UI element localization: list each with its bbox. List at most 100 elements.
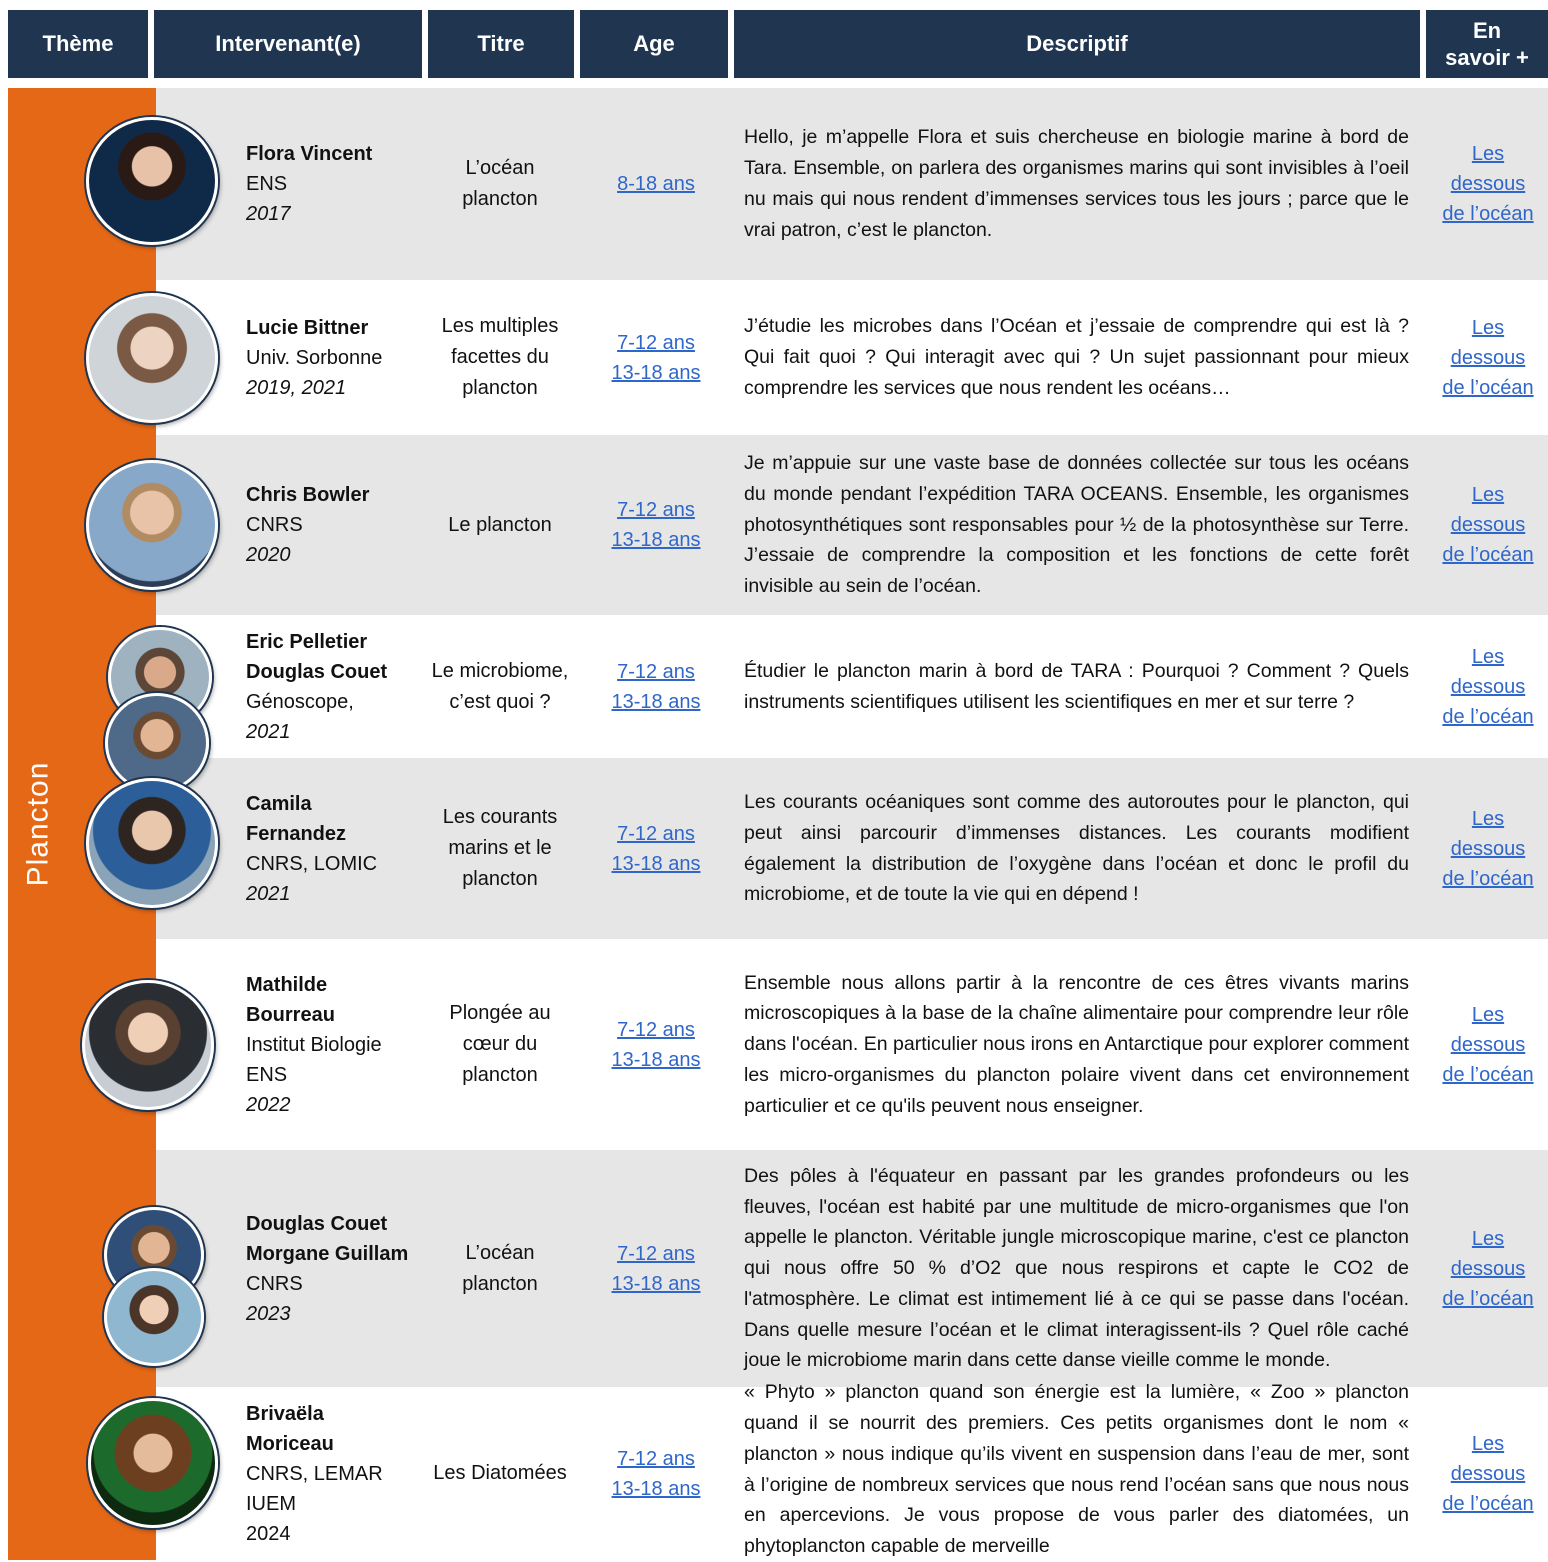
- speaker-affiliation: CNRS: [246, 514, 303, 536]
- more-cell: Les dessous de l’océan: [1426, 939, 1548, 1150]
- speaker-name: Flora Vincent: [246, 143, 373, 165]
- header-title: Titre: [428, 10, 574, 78]
- speaker-affiliation: CNRS, LEMAR: [246, 1462, 383, 1485]
- speaker-cell: Brivaëla Moriceau CNRS, LEMAR IUEM 2024: [246, 1387, 416, 1560]
- speaker-year: 2019, 2021: [246, 376, 347, 399]
- speaker-affiliation: Génoscope,: [246, 690, 354, 713]
- age-link[interactable]: 13-18 ans: [612, 1045, 701, 1075]
- speaker-affiliation: ENS: [246, 1063, 288, 1086]
- more-cell: Les dessous de l’océan: [1426, 615, 1548, 758]
- speaker-name: Douglas Couet: [246, 660, 388, 683]
- more-link[interactable]: Les dessous de l’océan: [1442, 642, 1533, 732]
- speaker-cell: Mathilde Bourreau Institut Biologie ENS 202…: [246, 939, 416, 1150]
- theme-label: Plancton: [21, 761, 54, 887]
- more-cell: Les dessous de l’océan: [1426, 758, 1548, 939]
- speaker-name: Eric Pelletier: [246, 630, 368, 653]
- speaker-cell: Douglas Couet Morgane Guillam CNRS 2023: [246, 1150, 416, 1387]
- age-link[interactable]: 7-12 ans: [617, 657, 695, 687]
- speaker-affiliation: Univ. Sorbonne: [246, 346, 383, 369]
- age-link[interactable]: 8-18 ans: [617, 169, 695, 199]
- age-link[interactable]: 13-18 ans: [612, 1269, 701, 1299]
- talk-title: L’océan plancton: [462, 1241, 538, 1295]
- age-cell: 7-12 ans 13-18 ans: [586, 615, 726, 758]
- more-link[interactable]: Les dessous de l’océan: [1442, 313, 1533, 403]
- description: Je m’appuie sur une vaste base de donnée…: [744, 452, 1409, 598]
- header-theme: Thème: [8, 10, 148, 78]
- avatar-morgane-guillam: [104, 1268, 204, 1366]
- speaker-name: Brivaëla Moriceau: [246, 1402, 334, 1455]
- age-cell: 8-18 ans: [586, 88, 726, 280]
- speaker-year: 2021: [246, 720, 291, 743]
- description: Les courants océaniques sont comme des a…: [744, 790, 1409, 906]
- talk-title: L’océan plancton: [462, 157, 538, 210]
- more-link[interactable]: Les dessous de l’océan: [1442, 804, 1533, 894]
- speaker-name: Douglas Couet: [246, 1212, 388, 1235]
- age-link[interactable]: 7-12 ans: [617, 1015, 695, 1045]
- speaker-cell: Camila Fernandez CNRS, LOMIC 2021: [246, 758, 416, 939]
- speaker-affiliation: CNRS: [246, 1272, 303, 1295]
- table-row: Chris Bowler CNRS 2020 Le plancton 7-12 ans 1…: [156, 435, 1548, 615]
- description: « Phyto » plancton quand son énergie est…: [744, 1381, 1409, 1558]
- more-cell: Les dessous de l’océan: [1426, 435, 1548, 615]
- age-link[interactable]: 7-12 ans: [617, 1444, 695, 1474]
- more-link[interactable]: Les dessous de l’océan: [1442, 1429, 1533, 1519]
- table-row: Flora Vincent ENS 2017 L’océan plancton 8-18…: [156, 88, 1548, 280]
- age-link[interactable]: 7-12 ans: [617, 1239, 695, 1269]
- header-more: En savoir +: [1426, 10, 1548, 78]
- age-link[interactable]: 7-12 ans: [617, 495, 695, 525]
- speaker-year: 2022: [246, 1093, 291, 1116]
- speaker-affiliation: CNRS, LOMIC: [246, 852, 378, 875]
- age-cell: 7-12 ans 13-18 ans: [586, 758, 726, 939]
- description: Étudier le plancton marin à bord de TARA…: [744, 659, 1409, 713]
- avatar-flora-vincent: [86, 117, 218, 245]
- age-link[interactable]: 13-18 ans: [612, 687, 701, 717]
- more-cell: Les dessous de l’océan: [1426, 280, 1548, 435]
- table-row: Eric Pelletier Douglas Couet Génoscope, 202…: [156, 615, 1548, 758]
- avatar-camila-fernandez: [86, 778, 218, 908]
- speaker-name: Morgane Guillam: [246, 1242, 409, 1265]
- speaker-cell: Chris Bowler CNRS 2020: [246, 435, 416, 615]
- age-cell: 7-12 ans 13-18 ans: [586, 280, 726, 435]
- speaker-year: 2024: [246, 1522, 291, 1545]
- avatar-brivaela-moriceau: [88, 1398, 218, 1528]
- avatar-chris-bowler: [86, 460, 218, 590]
- age-link[interactable]: 7-12 ans: [617, 819, 695, 849]
- talk-title: Le microbiome, c’est quoi ?: [431, 659, 569, 713]
- table-row: Mathilde Bourreau Institut Biologie ENS 202…: [156, 939, 1548, 1150]
- more-cell: Les dessous de l’océan: [1426, 1150, 1548, 1387]
- table-row: Camila Fernandez CNRS, LOMIC 2021 Les coura…: [156, 758, 1548, 939]
- avatar-mathilde-bourreau: [82, 980, 214, 1110]
- table-row: Douglas Couet Morgane Guillam CNRS 2023 L’oc…: [156, 1150, 1548, 1387]
- speaker-name: Chris Bowler: [246, 484, 370, 506]
- age-cell: 7-12 ans 13-18 ans: [586, 1150, 726, 1387]
- speaker-name: Camila Fernandez: [246, 792, 347, 845]
- age-link[interactable]: 13-18 ans: [612, 525, 701, 555]
- more-link[interactable]: Les dessous de l’océan: [1442, 480, 1533, 570]
- speaker-cell: Flora Vincent ENS 2017: [246, 88, 416, 280]
- description: Hello, je m’appelle Flora et suis cherch…: [744, 126, 1409, 241]
- avatar-lucie-bittner: [86, 293, 218, 423]
- more-link[interactable]: Les dessous de l’océan: [1442, 1000, 1533, 1090]
- age-cell: 7-12 ans 13-18 ans: [586, 435, 726, 615]
- header-age: Age: [580, 10, 728, 78]
- speaker-affiliation: ENS: [246, 173, 288, 195]
- age-link[interactable]: 13-18 ans: [612, 358, 701, 388]
- more-link[interactable]: Les dessous de l’océan: [1442, 139, 1533, 229]
- talk-title: Les courants marins et le plancton: [442, 806, 558, 890]
- table-row: Brivaëla Moriceau CNRS, LEMAR IUEM 2024 Les …: [156, 1381, 1548, 1560]
- description: Des pôles à l'équateur en passant par le…: [744, 1164, 1409, 1372]
- age-link[interactable]: 13-18 ans: [612, 849, 701, 879]
- age-link[interactable]: 7-12 ans: [617, 328, 695, 358]
- speaker-name: Mathilde Bourreau: [246, 973, 335, 1026]
- age-cell: 7-12 ans 13-18 ans: [586, 939, 726, 1150]
- table-row: Lucie Bittner Univ. Sorbonne 2019, 2021 Les…: [156, 280, 1548, 435]
- speaker-year: 2017: [246, 203, 291, 225]
- speaker-affiliation: IUEM: [246, 1492, 296, 1515]
- more-link[interactable]: Les dessous de l’océan: [1442, 1224, 1533, 1314]
- speaker-cell: Lucie Bittner Univ. Sorbonne 2019, 2021: [246, 280, 416, 435]
- more-cell: Les dessous de l’océan: [1426, 88, 1548, 280]
- header-speaker: Intervenant(e): [154, 10, 422, 78]
- speaker-affiliation: Institut Biologie: [246, 1033, 382, 1056]
- age-link[interactable]: 13-18 ans: [612, 1474, 701, 1504]
- talk-title: Les multiples facettes du plancton: [441, 315, 559, 399]
